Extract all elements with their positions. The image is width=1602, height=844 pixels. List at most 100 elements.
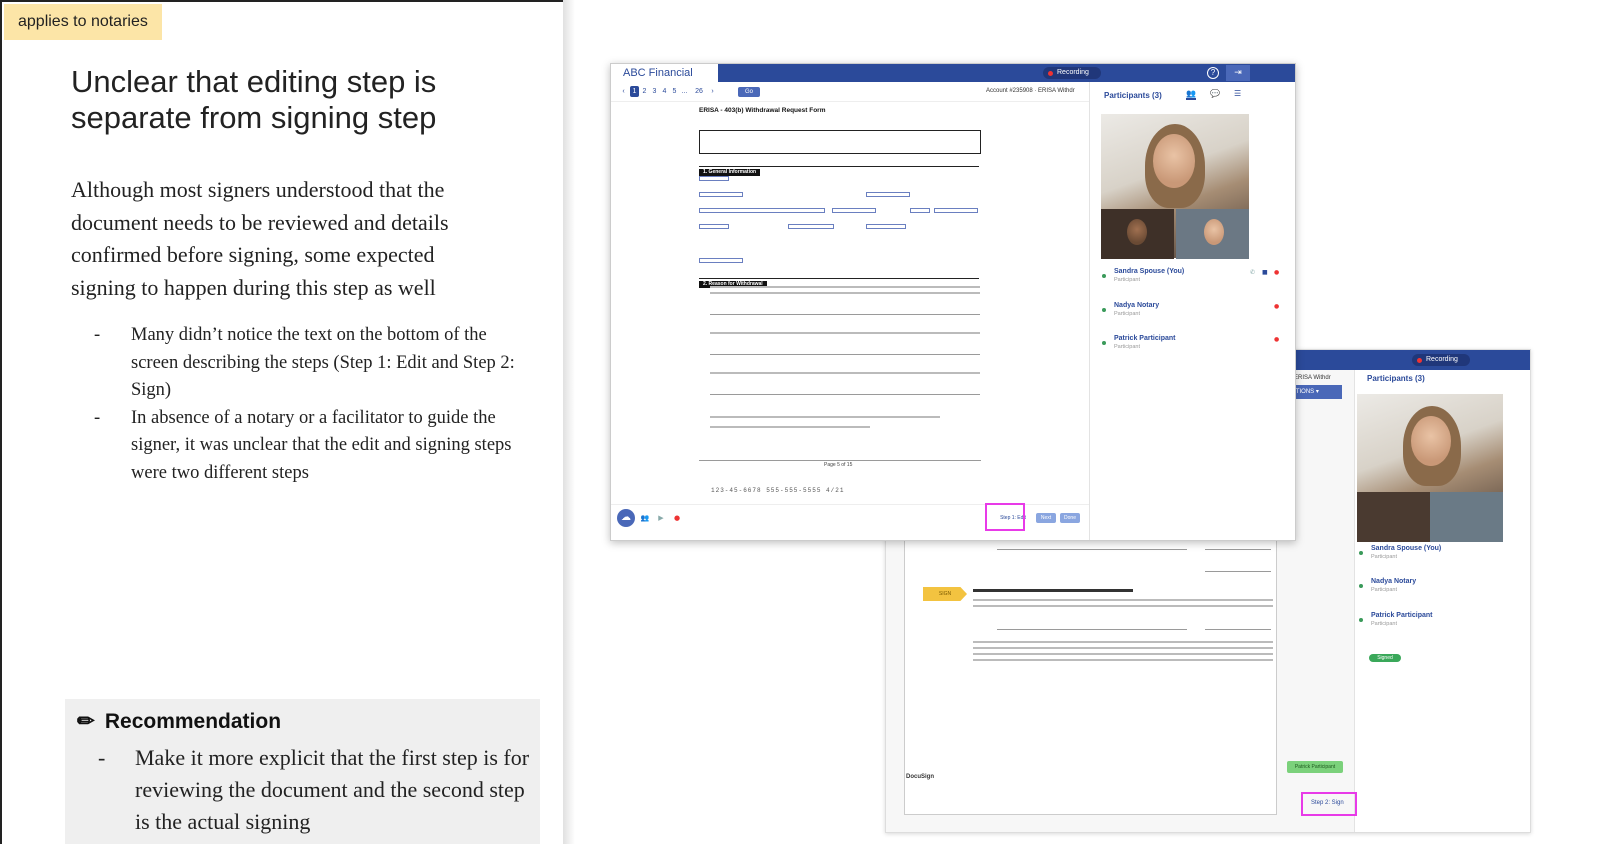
microphone-icon[interactable]: ● bbox=[1274, 303, 1279, 310]
microphone-icon[interactable]: ● bbox=[671, 513, 683, 523]
document-title: ERISA - 403(b) Withdrawal Request Form bbox=[699, 107, 826, 114]
bullet-item: - In absence of a notary or a facilitator… bbox=[94, 405, 524, 488]
page-link[interactable]: 3 bbox=[650, 86, 659, 97]
go-button[interactable]: Go bbox=[738, 87, 760, 97]
participant-row[interactable]: Patrick Participant Participant ● bbox=[1102, 335, 1288, 357]
bullet-item: - Many didn’t notice the text on the bott… bbox=[94, 322, 524, 405]
step2-highlight-box: Step 2: Sign bbox=[1301, 792, 1357, 816]
participants-title: Participants (3) bbox=[1104, 91, 1162, 100]
participant-role: Participant bbox=[1114, 344, 1140, 350]
s2-participant-row[interactable]: Patrick Participant Participant bbox=[1359, 612, 1530, 634]
s2-recording-pill[interactable]: Recording bbox=[1412, 354, 1470, 366]
instructions-box bbox=[699, 130, 981, 154]
exit-icon[interactable]: ⇥ bbox=[1226, 65, 1250, 81]
s2-video-tile-notary bbox=[1357, 492, 1430, 542]
chat-tab-icon[interactable]: 💬 bbox=[1210, 89, 1220, 98]
form-field[interactable] bbox=[699, 192, 743, 197]
account-label: Account #235908 · ERISA Withdr bbox=[986, 88, 1075, 94]
s2-participants-title: Participants (3) bbox=[1367, 374, 1425, 383]
brand-logo: ABC Financial bbox=[623, 67, 693, 79]
help-icon[interactable]: ? bbox=[1207, 67, 1219, 79]
form-field[interactable] bbox=[910, 208, 930, 213]
doc-text-line bbox=[710, 286, 980, 288]
participant-name: Sandra Spouse (You) bbox=[1114, 268, 1185, 275]
signed-badge: Signed bbox=[1369, 654, 1401, 662]
sign-here-tag[interactable]: SIGN bbox=[923, 587, 967, 601]
panel-shadow bbox=[563, 0, 575, 844]
slide-title: Unclear that editing step is separate fr… bbox=[71, 64, 437, 135]
next-button[interactable]: Next bbox=[1036, 513, 1056, 523]
participant-name: Sandra Spouse (You) bbox=[1371, 545, 1442, 552]
finish-button[interactable]: Patrick Participant bbox=[1287, 761, 1343, 773]
online-dot-icon bbox=[1359, 584, 1363, 588]
signature-line bbox=[997, 629, 1187, 630]
camera-icon[interactable]: ▶ bbox=[655, 513, 667, 523]
microphone-icon[interactable]: ● bbox=[1274, 336, 1279, 343]
page-link[interactable]: 2 bbox=[640, 86, 649, 97]
page-link[interactable]: 4 bbox=[660, 86, 669, 97]
participant-row[interactable]: Nadya Notary Participant ● bbox=[1102, 302, 1288, 324]
signature-line bbox=[710, 394, 980, 395]
recommendation-item: - Make it more explicit that the first st… bbox=[98, 742, 538, 838]
finding-bullets: - Many didn’t notice the text on the bott… bbox=[94, 322, 524, 487]
bullet-dash: - bbox=[98, 745, 106, 770]
doc-subheading bbox=[973, 589, 1133, 592]
video-face bbox=[1411, 416, 1451, 466]
form-field[interactable] bbox=[934, 208, 978, 213]
phone-icon[interactable]: ✆ bbox=[1250, 269, 1255, 276]
page-link[interactable]: 1 bbox=[630, 86, 639, 97]
s2-participant-row[interactable]: Sandra Spouse (You) Participant bbox=[1359, 545, 1530, 567]
people-icon[interactable]: 👥 bbox=[639, 513, 651, 523]
list-tab-icon[interactable]: ☰ bbox=[1234, 89, 1241, 98]
section-header: 2. Reason for Withdrawal bbox=[699, 272, 979, 288]
doc-text-line bbox=[973, 647, 1273, 649]
participant-role: Participant bbox=[1114, 311, 1140, 317]
form-field[interactable] bbox=[699, 208, 825, 213]
microphone-icon[interactable]: ● bbox=[1274, 269, 1279, 276]
form-field[interactable] bbox=[699, 224, 729, 229]
page-link[interactable]: 26 bbox=[692, 86, 706, 97]
form-field[interactable] bbox=[699, 176, 729, 181]
participant-row[interactable]: Sandra Spouse (You) Participant ✆ ■ ● bbox=[1102, 268, 1288, 290]
doc-text-line bbox=[710, 416, 940, 418]
form-field[interactable] bbox=[699, 258, 743, 263]
camera-icon[interactable]: ■ bbox=[1262, 269, 1268, 276]
participants-panel: Participants (3) 👥 💬 ☰ Sandra Spouse (Yo… bbox=[1089, 82, 1295, 540]
recommendation-list: - Make it more explicit that the first st… bbox=[98, 742, 538, 838]
participant-name: Nadya Notary bbox=[1114, 302, 1160, 309]
section-header: 1. General Information bbox=[699, 160, 979, 176]
page-link[interactable]: 5 bbox=[670, 86, 679, 97]
form-field[interactable] bbox=[788, 224, 834, 229]
handwritten-entries: 123-45-6678 555-555-5555 4/21 bbox=[711, 487, 845, 494]
signature-line bbox=[710, 354, 980, 355]
page-counter: Page 5 of 15 bbox=[824, 462, 853, 468]
date-line bbox=[1205, 549, 1271, 550]
doc-text-line bbox=[973, 641, 1273, 643]
document-page: ERISA - 403(b) Withdrawal Request Form 1… bbox=[696, 102, 990, 468]
bullet-dash: - bbox=[94, 407, 101, 428]
form-field[interactable] bbox=[866, 224, 906, 229]
participant-name: Patrick Participant bbox=[1371, 612, 1433, 619]
doc-text-line bbox=[973, 599, 1273, 601]
s2-participant-row[interactable]: Nadya Notary Participant bbox=[1359, 578, 1530, 600]
people-tab-icon[interactable]: 👥 bbox=[1186, 89, 1196, 100]
page-toolbar: ‹ 1 2 3 4 5 ... 26 › Go Account #235908 … bbox=[611, 82, 1089, 102]
prev-page-icon[interactable]: ‹ bbox=[619, 86, 628, 97]
video-face bbox=[1153, 134, 1195, 188]
recommendation-heading: ✏ Recommendation bbox=[77, 709, 281, 734]
done-button[interactable]: Done bbox=[1060, 513, 1080, 523]
form-field[interactable] bbox=[866, 192, 910, 197]
participant-role: Participant bbox=[1371, 621, 1397, 627]
recording-pill[interactable]: Recording bbox=[1043, 67, 1101, 79]
bullet-text: Many didn’t notice the text on the botto… bbox=[131, 325, 515, 400]
participant-name: Nadya Notary bbox=[1371, 578, 1417, 585]
participant-name: Patrick Participant bbox=[1114, 335, 1176, 342]
bullet-dash: - bbox=[94, 325, 101, 345]
finding-body: Although most signers understood that th… bbox=[71, 177, 449, 300]
s2-video-tile-participant bbox=[1430, 492, 1503, 542]
doc-text-line bbox=[973, 653, 1273, 655]
video-face bbox=[1127, 219, 1147, 245]
next-page-icon[interactable]: › bbox=[708, 86, 717, 97]
cloud-upload-icon[interactable]: ☁ bbox=[617, 509, 635, 527]
form-field[interactable] bbox=[832, 208, 876, 213]
